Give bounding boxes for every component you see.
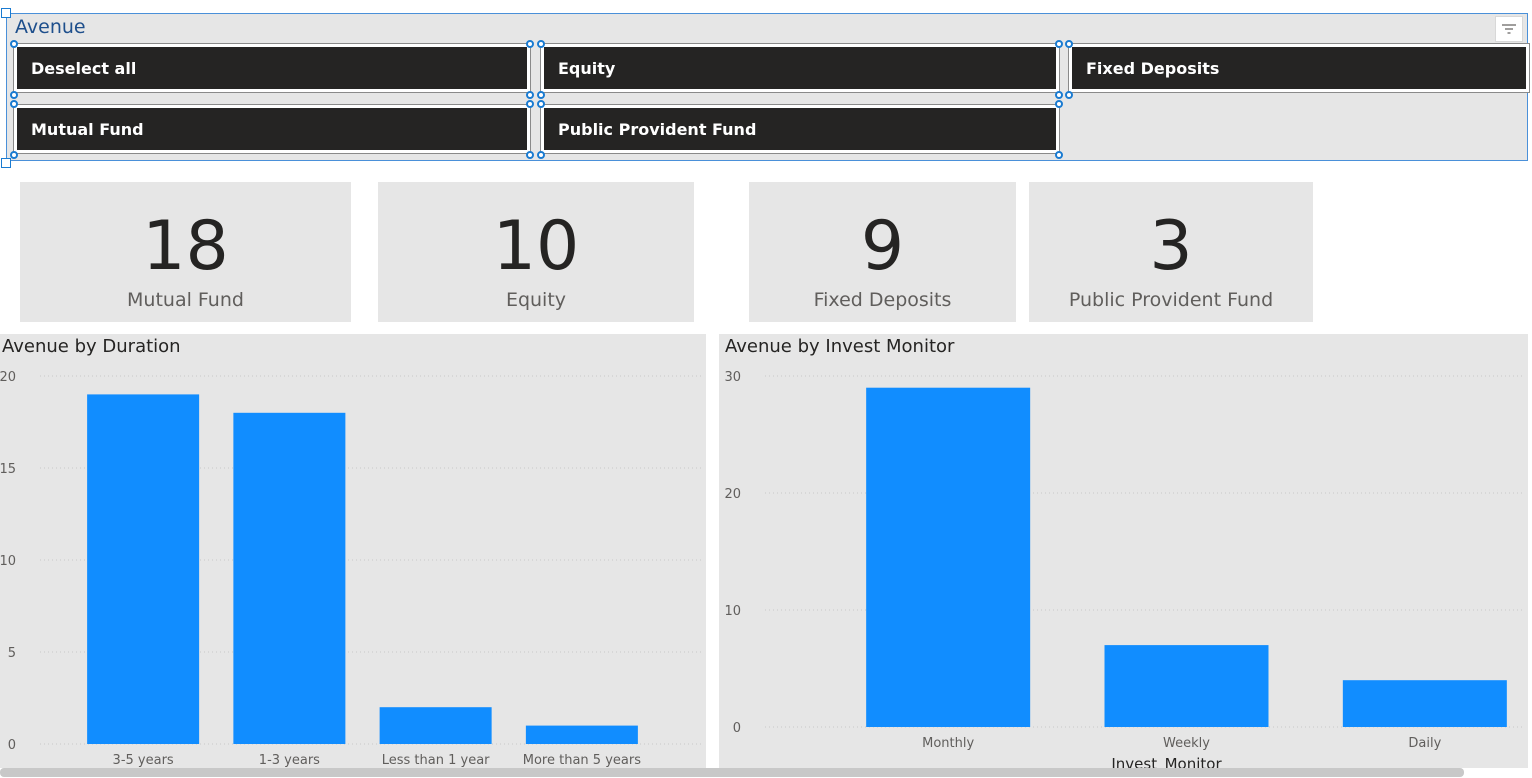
bar[interactable] xyxy=(866,387,1031,727)
resize-handle[interactable] xyxy=(1055,40,1063,48)
kpi-card-mutual-fund: 18 Mutual Fund xyxy=(20,182,351,322)
resize-handle[interactable] xyxy=(526,40,534,48)
slicer-title: Avenue xyxy=(15,16,86,38)
slicer-option-mutual-fund[interactable]: Mutual Fund xyxy=(13,104,531,154)
x-tick-label: Daily xyxy=(1408,736,1441,751)
bar-chart-svg: 0 5 10 15 20 3-5 years 1-3 years Less than 1 ye… xyxy=(0,370,702,768)
filter-icon[interactable] xyxy=(1495,16,1523,42)
y-tick-label: 5 xyxy=(8,646,16,661)
selection-corner-handle[interactable] xyxy=(1,158,11,168)
resize-handle[interactable] xyxy=(10,151,18,159)
x-axis-title: Invest_Monitor xyxy=(1111,755,1222,768)
card-label: Fixed Deposits xyxy=(813,289,952,311)
card-value: 9 xyxy=(860,207,905,286)
bar[interactable] xyxy=(233,412,346,744)
chart-avenue-by-invest-monitor: Avenue by Invest Monitor 0 10 20 30 Monthly W… xyxy=(719,334,1528,768)
resize-handle[interactable] xyxy=(10,40,18,48)
slicer-option-fixed-deposits[interactable]: Fixed Deposits xyxy=(1068,43,1530,93)
resize-handle[interactable] xyxy=(537,151,545,159)
x-tick-label: Less than 1 year xyxy=(382,753,490,768)
kpi-card-fixed-deposits: 9 Fixed Deposits xyxy=(749,182,1016,322)
resize-handle[interactable] xyxy=(537,100,545,108)
resize-handle[interactable] xyxy=(1055,91,1063,99)
card-label: Mutual Fund xyxy=(127,289,244,311)
card-value: 3 xyxy=(1149,207,1193,286)
card-label: Public Provident Fund xyxy=(1068,289,1274,311)
resize-handle[interactable] xyxy=(1065,40,1073,48)
kpi-card-equity: 10 Equity xyxy=(378,182,694,322)
card-label: Equity xyxy=(505,289,567,311)
bar[interactable] xyxy=(87,394,200,744)
bar[interactable] xyxy=(379,707,492,744)
y-tick-label: 30 xyxy=(724,370,741,385)
resize-handle[interactable] xyxy=(537,91,545,99)
resize-handle[interactable] xyxy=(537,40,545,48)
resize-handle[interactable] xyxy=(10,91,18,99)
x-tick-label: 3-5 years xyxy=(113,753,174,768)
y-tick-label: 15 xyxy=(0,462,16,477)
y-tick-label: 0 xyxy=(733,721,741,736)
slicer-option-public-provident-fund[interactable]: Public Provident Fund xyxy=(540,104,1060,154)
resize-handle[interactable] xyxy=(526,91,534,99)
chart-avenue-by-duration: Avenue by Duration 0 5 10 15 20 3-5 years 1-3 … xyxy=(0,334,706,768)
card-value: 10 xyxy=(492,207,580,286)
y-tick-label: 10 xyxy=(724,604,741,619)
resize-handle[interactable] xyxy=(526,151,534,159)
resize-handle[interactable] xyxy=(1055,100,1063,108)
y-tick-label: 10 xyxy=(0,554,16,569)
bar[interactable] xyxy=(525,725,638,744)
resize-handle[interactable] xyxy=(526,100,534,108)
bar-chart-svg: 0 10 20 30 Monthly Weekly Daily Invest_Monitor xyxy=(724,370,1524,768)
x-tick-label: Weekly xyxy=(1163,736,1210,751)
bar[interactable] xyxy=(1342,680,1507,727)
card-value: 18 xyxy=(142,207,229,286)
y-tick-label: 20 xyxy=(724,487,741,502)
y-tick-label: 20 xyxy=(0,370,16,385)
resize-handle[interactable] xyxy=(1055,151,1063,159)
slicer-option-equity[interactable]: Equity xyxy=(540,43,1060,93)
bar[interactable] xyxy=(1104,645,1269,727)
y-tick-label: 0 xyxy=(8,738,16,753)
selection-corner-handle[interactable] xyxy=(1,8,11,18)
resize-handle[interactable] xyxy=(1065,91,1073,99)
slicer-option-deselect-all[interactable]: Deselect all xyxy=(13,43,531,93)
kpi-card-public-provident-fund: 3 Public Provident Fund xyxy=(1029,182,1313,322)
horizontal-scrollbar[interactable] xyxy=(0,768,1464,777)
x-tick-label: More than 5 years xyxy=(523,753,641,768)
x-tick-label: Monthly xyxy=(922,736,974,751)
x-tick-label: 1-3 years xyxy=(259,753,320,768)
resize-handle[interactable] xyxy=(10,100,18,108)
